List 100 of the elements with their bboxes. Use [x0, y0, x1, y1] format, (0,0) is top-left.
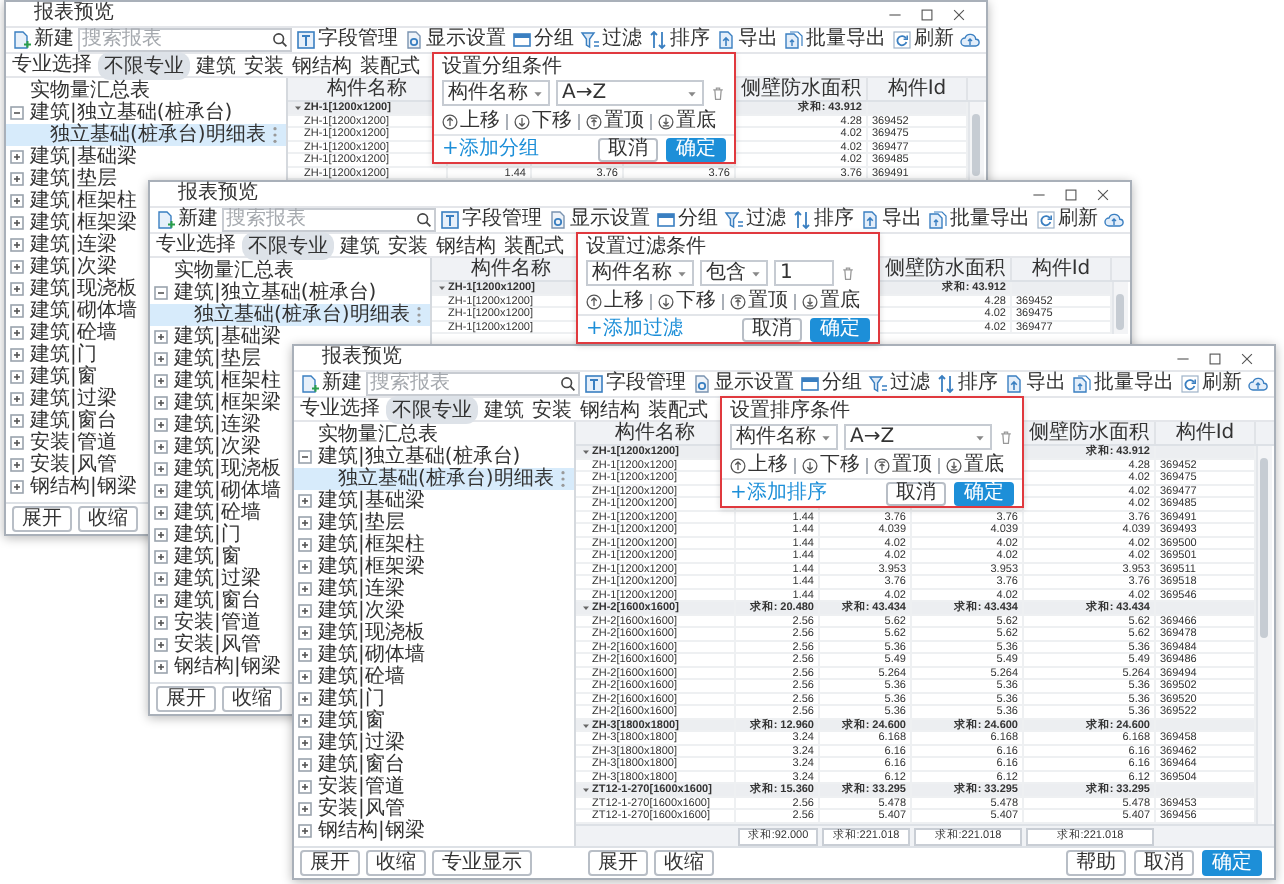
expander-icon[interactable]: [154, 616, 168, 630]
move-up-button[interactable]: 上移: [442, 110, 500, 132]
confirm-button[interactable]: 确定: [954, 481, 1014, 505]
move-down-button[interactable]: 下移: [802, 454, 860, 476]
tree-item[interactable]: 建筑|现浇板: [150, 458, 281, 480]
expander-icon[interactable]: [154, 352, 168, 366]
sort-button[interactable]: 排序: [646, 28, 712, 52]
discipline-tab[interactable]: 建筑: [338, 231, 382, 259]
batch-export-button[interactable]: 批量导出: [782, 28, 888, 52]
expander-icon[interactable]: [10, 216, 24, 230]
confirm-button[interactable]: 确定: [1202, 850, 1262, 876]
expander-icon[interactable]: [154, 286, 168, 300]
refresh-button[interactable]: 刷新: [1178, 372, 1244, 396]
tree-item[interactable]: 建筑|砼墙: [294, 666, 405, 688]
discipline-tab[interactable]: 不限专业: [386, 395, 478, 423]
tree-item[interactable]: 安装|风管: [150, 634, 261, 656]
tree-item[interactable]: 建筑|独立基础(桩承台): [150, 282, 377, 304]
add-condition-link[interactable]: +添加分组: [442, 138, 539, 160]
expander-icon[interactable]: [298, 780, 312, 794]
export-button[interactable]: 导出: [714, 28, 780, 52]
field-dropdown[interactable]: 构件名称: [586, 260, 694, 286]
tree-item[interactable]: 建筑|次梁: [150, 436, 261, 458]
move-to-bottom-button[interactable]: 置底: [946, 454, 1004, 476]
expander-icon[interactable]: [298, 516, 312, 530]
tree-item[interactable]: 钢结构|钢梁: [6, 476, 137, 498]
tree-item[interactable]: 建筑|框架梁: [6, 212, 137, 234]
caret-icon[interactable]: [582, 721, 590, 729]
add-condition-link[interactable]: +添加排序: [730, 482, 827, 504]
discipline-tab[interactable]: 钢结构: [578, 395, 642, 423]
discipline-tab[interactable]: 装配式: [358, 51, 422, 79]
expander-icon[interactable]: [154, 396, 168, 410]
collapse-all-button[interactable]: 收缩: [222, 686, 282, 712]
expander-icon[interactable]: [10, 172, 24, 186]
expander-icon[interactable]: [154, 462, 168, 476]
expander-icon[interactable]: [298, 626, 312, 640]
expander-icon[interactable]: [154, 572, 168, 586]
expander-icon[interactable]: [298, 648, 312, 662]
group-button[interactable]: 分组: [798, 372, 864, 396]
tree-item[interactable]: 建筑|过梁: [294, 732, 405, 754]
filter-button[interactable]: 过滤: [578, 28, 644, 52]
export-button[interactable]: 导出: [858, 208, 924, 232]
cancel-button[interactable]: 取消: [886, 481, 946, 505]
expander-icon[interactable]: [298, 714, 312, 728]
scrollbar[interactable]: [1256, 446, 1272, 823]
tree-item[interactable]: 钢结构|钢梁: [294, 820, 425, 842]
tree-item[interactable]: 建筑|基础梁: [150, 326, 281, 348]
tree-item[interactable]: 建筑|现浇板: [6, 278, 137, 300]
refresh-button[interactable]: 刷新: [890, 28, 956, 52]
expander-icon[interactable]: [298, 802, 312, 816]
expander-icon[interactable]: [10, 282, 24, 296]
expand-all-button[interactable]: 展开: [156, 686, 216, 712]
sort-button[interactable]: 排序: [934, 372, 1000, 396]
filter-button[interactable]: 过滤: [866, 372, 932, 396]
tree-item[interactable]: 安装|风管: [6, 454, 117, 476]
group-button[interactable]: 分组: [654, 208, 720, 232]
tree-item[interactable]: 实物量汇总表: [6, 80, 150, 102]
tree-item[interactable]: 独立基础(桩承台)明细表: [6, 124, 286, 146]
discipline-tab[interactable]: 安装: [386, 231, 430, 259]
tree-item[interactable]: 建筑|窗台: [150, 590, 261, 612]
value-input[interactable]: 1: [774, 260, 834, 286]
tree-item[interactable]: 建筑|窗台: [6, 410, 117, 432]
cancel-button[interactable]: 取消: [1134, 850, 1194, 876]
discipline-tab[interactable]: 安装: [242, 51, 286, 79]
new-button[interactable]: 新建: [154, 208, 220, 232]
move-to-top-button[interactable]: 置顶: [586, 110, 644, 132]
expander-icon[interactable]: [154, 506, 168, 520]
order-dropdown[interactable]: A→Z: [556, 80, 704, 106]
collapse-all-button[interactable]: 收缩: [78, 506, 138, 532]
display-button[interactable]: 显示设置: [402, 28, 508, 52]
more-icon[interactable]: [271, 126, 278, 144]
discipline-tab[interactable]: 安装: [530, 395, 574, 423]
upload-button[interactable]: [1246, 372, 1270, 396]
expander-icon[interactable]: [154, 330, 168, 344]
expander-icon[interactable]: [10, 194, 24, 208]
tree-item[interactable]: 建筑|门: [150, 524, 241, 546]
expander-icon[interactable]: [154, 484, 168, 498]
expander-icon[interactable]: [10, 480, 24, 494]
expander-icon[interactable]: [10, 106, 24, 120]
tree-item[interactable]: 建筑|砌体墙: [6, 300, 137, 322]
expand-all-button[interactable]: 展开: [588, 850, 648, 876]
discipline-tab[interactable]: 不限专业: [242, 231, 334, 259]
expander-icon[interactable]: [10, 436, 24, 450]
close-icon[interactable]: [1240, 351, 1254, 365]
expander-icon[interactable]: [298, 560, 312, 574]
confirm-button[interactable]: 确定: [810, 317, 870, 341]
expander-icon[interactable]: [154, 660, 168, 674]
cancel-button[interactable]: 取消: [742, 317, 802, 341]
expander-icon[interactable]: [10, 370, 24, 384]
discipline-tab[interactable]: 装配式: [646, 395, 710, 423]
caret-icon[interactable]: [582, 786, 590, 794]
tree-item[interactable]: 建筑|基础梁: [6, 146, 137, 168]
tree-item[interactable]: 建筑|垫层: [6, 168, 117, 190]
tree-item[interactable]: 建筑|现浇板: [294, 622, 425, 644]
export-button[interactable]: 导出: [1002, 372, 1068, 396]
move-to-bottom-button[interactable]: 置底: [802, 290, 860, 312]
tree-item[interactable]: 建筑|框架梁: [294, 556, 425, 578]
tree-item[interactable]: 建筑|次梁: [6, 256, 117, 278]
delete-icon[interactable]: [840, 264, 856, 282]
discipline-tab[interactable]: 钢结构: [434, 231, 498, 259]
collapse-all-button[interactable]: 收缩: [366, 850, 426, 876]
